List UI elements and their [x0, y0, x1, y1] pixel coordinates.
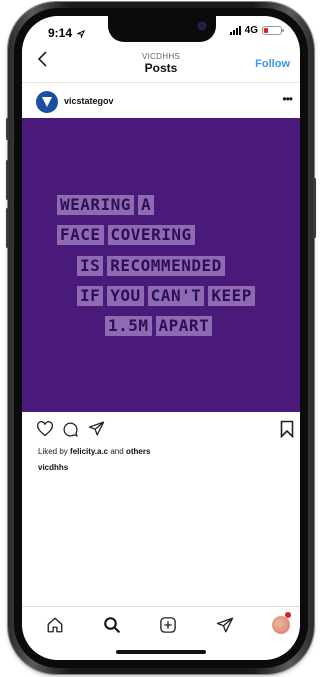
direct-message-icon[interactable] [216, 616, 234, 634]
vic-logo-icon [42, 97, 52, 107]
image-text-word: A [137, 195, 155, 215]
more-options-icon[interactable]: ••• [282, 92, 293, 106]
liked-by-text: Liked by felicity.a.c and others [38, 447, 151, 456]
post-image[interactable]: WEARING A FACE COVERING IS RECOMMENDED I… [22, 118, 300, 412]
profile-avatar[interactable] [272, 616, 290, 634]
image-text-word: COVERING [107, 225, 195, 245]
search-icon[interactable] [103, 616, 121, 634]
account-avatar[interactable] [36, 91, 58, 113]
follow-button[interactable]: Follow [255, 58, 290, 70]
image-text-word: YOU [107, 286, 144, 306]
comment-icon[interactable] [62, 421, 79, 438]
image-text-word: RECOMMENDED [107, 256, 225, 276]
nav-header: VICDHHS Posts Follow [22, 46, 300, 83]
volume-up-button [6, 160, 9, 200]
network-label: 4G [244, 25, 258, 36]
volume-down-button [6, 208, 9, 248]
status-indicators: 4G [229, 25, 284, 36]
image-text-word: IF [77, 286, 104, 306]
notification-dot [285, 612, 291, 618]
front-camera [198, 22, 206, 30]
liked-by-user-link[interactable]: felicity.a.c [70, 447, 108, 456]
bookmark-icon[interactable] [280, 420, 294, 438]
status-time: 9:14 [48, 26, 86, 40]
image-text-word: 1.5M [105, 316, 152, 336]
signal-icon [229, 26, 241, 35]
post-account-name[interactable]: vicstategov [64, 96, 114, 106]
share-icon[interactable] [88, 420, 105, 437]
image-text-word: WEARING [57, 195, 134, 215]
home-indicator[interactable] [116, 650, 206, 654]
image-text-word: APART [155, 316, 213, 336]
image-text-word: CAN'T [147, 286, 205, 306]
location-arrow-icon [76, 29, 86, 39]
new-post-icon[interactable] [159, 616, 177, 634]
power-button [313, 178, 316, 238]
phone-screen: 9:14 4G VICDHHS Posts Follow vicstategov… [22, 16, 300, 660]
image-text-word: KEEP [208, 286, 255, 306]
caption-username[interactable]: vicdhhs [38, 463, 68, 472]
battery-icon [262, 26, 284, 35]
image-text-word: FACE [57, 225, 104, 245]
liked-by-others-link[interactable]: others [126, 447, 150, 456]
image-text-word: IS [77, 256, 104, 276]
mute-switch [6, 118, 9, 140]
like-heart-icon[interactable] [36, 421, 54, 437]
home-icon[interactable] [46, 616, 64, 634]
